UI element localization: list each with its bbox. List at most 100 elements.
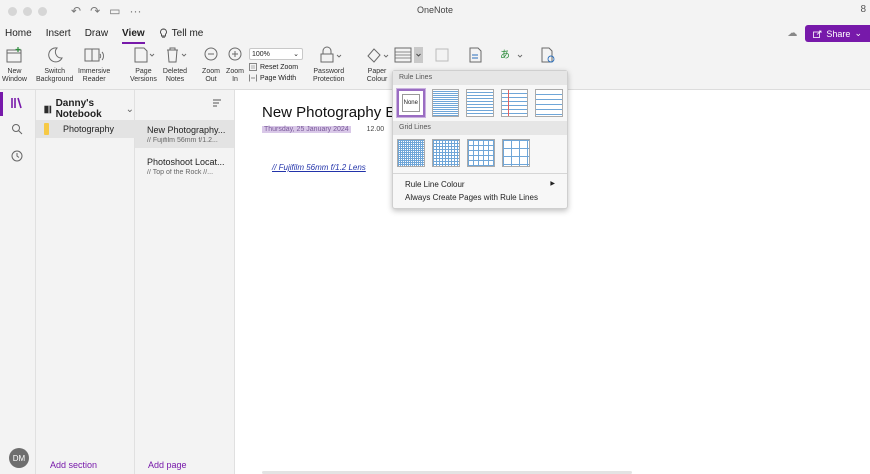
svg-text:あ: あ bbox=[500, 49, 510, 61]
rule-wide-option[interactable] bbox=[535, 89, 563, 117]
translate-icon: あ bbox=[500, 49, 523, 61]
notebook-picker[interactable]: Danny's Notebook ⌄ bbox=[44, 98, 134, 120]
menu-divider bbox=[393, 173, 567, 174]
grid-xlarge-option[interactable] bbox=[502, 139, 530, 167]
new-window-icon bbox=[6, 47, 22, 63]
zoom-in-button[interactable]: Zoom In bbox=[226, 44, 244, 84]
add-page-button[interactable]: Add page bbox=[148, 460, 187, 470]
rule-lines-options: None bbox=[393, 85, 567, 118]
zoom-select[interactable]: 100% ⌄ bbox=[249, 48, 303, 60]
quick-access-toolbar: ↶ ↷ ▭ ··· bbox=[71, 4, 141, 18]
tell-me-label: Tell me bbox=[171, 27, 204, 39]
password-protection-button[interactable]: Password Protection bbox=[313, 44, 345, 84]
cloud-sync-icon: ☁ bbox=[787, 28, 798, 39]
page-title[interactable]: New Photography Ed bbox=[262, 104, 402, 121]
undo-icon[interactable]: ↶ bbox=[71, 4, 81, 18]
share-area: ☁ Share ⌄ bbox=[787, 25, 870, 42]
rule-line-colour-item[interactable]: Rule Line Colour ▶ bbox=[393, 178, 567, 191]
zoom-group: 100% ⌄ Reset Zoom Page Width bbox=[249, 48, 303, 82]
chevron-down-icon: ⌄ bbox=[125, 103, 134, 115]
template-icon bbox=[469, 47, 482, 63]
switch-background-button[interactable]: Switch Background bbox=[36, 44, 73, 84]
zoom-value: 100% bbox=[252, 50, 270, 58]
grid-large-option[interactable] bbox=[467, 139, 495, 167]
sort-icon[interactable] bbox=[212, 98, 222, 108]
trash-icon bbox=[167, 47, 187, 63]
section-item-photography[interactable]: Photography bbox=[36, 120, 135, 138]
search-icon[interactable] bbox=[11, 123, 23, 135]
notebook-icon bbox=[44, 105, 52, 113]
navigation-rail: DM bbox=[0, 90, 36, 474]
author-icon bbox=[435, 48, 449, 62]
rule-standard-option[interactable] bbox=[500, 89, 529, 117]
page-item-title: Photoshoot Locat... bbox=[147, 157, 225, 167]
section-list: Danny's Notebook ⌄ Photography Add secti… bbox=[36, 90, 135, 474]
account-icon[interactable]: 8 bbox=[860, 4, 866, 15]
ribbon-tabs: Home Insert Draw View Tell me ☁ Share ⌄ bbox=[0, 22, 870, 44]
rule-lines-header: Rule Lines bbox=[393, 71, 567, 85]
grid-lines-header: Grid Lines bbox=[393, 121, 567, 135]
avatar[interactable]: DM bbox=[9, 448, 29, 468]
note-link[interactable]: // Fujifilm 56mm f/1.2 Lens bbox=[272, 163, 366, 172]
grid-medium-option[interactable] bbox=[432, 139, 460, 167]
rule-college-option[interactable] bbox=[466, 89, 494, 117]
chevron-down-icon: ⌄ bbox=[293, 51, 299, 58]
page-template-button[interactable] bbox=[466, 44, 484, 68]
tab-insert[interactable]: Insert bbox=[46, 28, 71, 39]
page-width-button[interactable]: Page Width bbox=[249, 74, 303, 82]
section-color-tab bbox=[44, 123, 49, 135]
new-window-button[interactable]: New Window bbox=[2, 44, 27, 84]
tab-view[interactable]: View bbox=[122, 28, 145, 44]
submenu-arrow-icon: ▶ bbox=[550, 181, 555, 187]
rule-narrow-option[interactable] bbox=[431, 89, 460, 117]
recent-icon[interactable] bbox=[11, 150, 23, 162]
page-list: New Photography... // Fujifilm 56mm f/1.… bbox=[135, 90, 235, 474]
paper-colour-button[interactable]: Paper Colour bbox=[363, 44, 391, 84]
window-title: OneNote bbox=[416, 5, 454, 15]
zoom-out-button[interactable]: Zoom Out bbox=[202, 44, 220, 84]
tab-home[interactable]: Home bbox=[5, 28, 32, 39]
page-date: Thursday, 25 January 2024 bbox=[262, 126, 351, 133]
open-icon[interactable]: ▭ bbox=[109, 4, 120, 18]
accessibility-icon bbox=[541, 47, 555, 63]
page-item[interactable]: Photoshoot Locat... // Top of the Rock /… bbox=[135, 152, 234, 180]
more-icon[interactable]: ··· bbox=[129, 4, 141, 18]
page-date-line: Thursday, 25 January 2024 12.00 bbox=[262, 126, 384, 133]
paper-colour-icon bbox=[367, 48, 389, 63]
rule-line-colour-label: Rule Line Colour bbox=[405, 180, 465, 189]
notebooks-icon[interactable] bbox=[11, 97, 23, 109]
rule-none-option[interactable]: None bbox=[396, 88, 426, 118]
redo-icon[interactable]: ↷ bbox=[90, 4, 100, 18]
page-versions-button[interactable]: Page Versions bbox=[130, 44, 157, 84]
grid-small-option[interactable] bbox=[397, 139, 425, 167]
grid-lines-options bbox=[393, 135, 567, 167]
immersive-reader-icon bbox=[84, 48, 105, 62]
lightbulb-icon bbox=[159, 28, 167, 38]
window-controls bbox=[8, 6, 47, 16]
deleted-notes-button[interactable]: Deleted Notes bbox=[162, 44, 188, 84]
rule-lines-button[interactable] bbox=[393, 44, 425, 68]
tab-draw[interactable]: Draw bbox=[85, 28, 108, 39]
page-item-preview: // Top of the Rock //... bbox=[147, 169, 214, 176]
always-create-label: Always Create Pages with Rule Lines bbox=[405, 193, 538, 202]
always-create-rule-lines-item[interactable]: Always Create Pages with Rule Lines bbox=[393, 191, 567, 204]
minimize-window-button[interactable] bbox=[23, 6, 32, 16]
hide-author-button[interactable] bbox=[433, 44, 451, 68]
page-item-title: New Photography... bbox=[147, 125, 226, 135]
add-section-button[interactable]: Add section bbox=[50, 460, 97, 470]
close-window-button[interactable] bbox=[8, 6, 17, 16]
chevron-down-icon: ⌄ bbox=[854, 28, 862, 38]
reset-zoom-icon bbox=[249, 63, 257, 71]
maximize-window-button[interactable] bbox=[38, 6, 47, 16]
share-button[interactable]: Share ⌄ bbox=[805, 25, 870, 42]
page-width-icon bbox=[249, 74, 257, 82]
immersive-reader-button[interactable]: Immersive Reader bbox=[78, 44, 110, 84]
active-indicator bbox=[0, 92, 3, 116]
translate-button[interactable]: あ bbox=[498, 44, 524, 68]
tell-me-search[interactable]: Tell me bbox=[159, 27, 204, 39]
page-item[interactable]: New Photography... // Fujifilm 56mm f/1.… bbox=[135, 120, 234, 148]
accessibility-button[interactable] bbox=[538, 44, 556, 68]
title-bar: ↶ ↷ ▭ ··· OneNote 8 bbox=[0, 0, 870, 22]
rule-lines-icon bbox=[394, 47, 423, 63]
reset-zoom-button[interactable]: Reset Zoom bbox=[249, 63, 303, 71]
